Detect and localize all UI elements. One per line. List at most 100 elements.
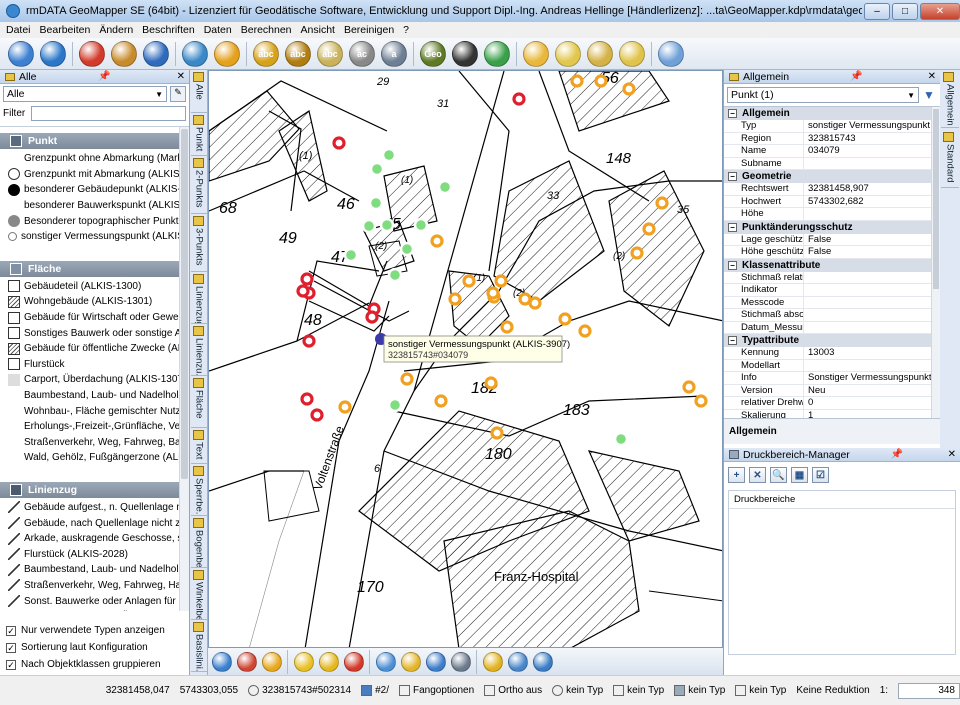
filter-icon[interactable]: ▼ (923, 88, 937, 102)
survey-point[interactable] (300, 272, 314, 286)
element-tab[interactable]: Punkt (191, 113, 207, 156)
menu-item[interactable]: Daten (204, 24, 232, 36)
property-row[interactable]: Name 034079 (724, 145, 940, 158)
label-abc-2-icon[interactable]: abc (285, 40, 311, 67)
type-list-item[interactable]: Grenzpunkt mit Abmarkung (ALKIS-3021) (0, 167, 189, 183)
property-value[interactable]: Neu (804, 385, 940, 397)
property-row[interactable]: Indikator (724, 284, 940, 297)
element-tab[interactable]: 2-Punkts (191, 156, 207, 214)
survey-point[interactable] (332, 136, 346, 150)
survey-point[interactable] (361, 218, 377, 234)
element-tab[interactable]: Basislini.. (191, 620, 207, 672)
menu-item[interactable]: ? (403, 24, 409, 36)
close-icon[interactable]: ✕ (928, 71, 936, 82)
delete-print-area-icon[interactable]: ✕ (749, 467, 766, 483)
type-list-item[interactable]: Baumbestand, Laub- und Nadelholz, Ge (0, 388, 189, 404)
survey-point[interactable] (613, 431, 629, 447)
property-value[interactable]: 5743302,682 (804, 196, 940, 208)
collapse-icon[interactable]: − (728, 172, 737, 181)
menu-item[interactable]: Beschriften (142, 24, 195, 36)
geo-icon[interactable]: Geo (420, 40, 446, 67)
map-tool-icon[interactable] (508, 651, 528, 672)
survey-point[interactable] (300, 392, 314, 406)
survey-point[interactable] (379, 217, 395, 233)
type-list-item[interactable]: Grenzpunkt ohne Abmarkung (Marke) (AL (0, 151, 189, 167)
survey-point[interactable] (694, 394, 708, 408)
hand-pan-icon[interactable] (523, 40, 549, 67)
type-list-item[interactable]: Flurstück (0, 357, 189, 373)
status-ortho[interactable]: Ortho aus (484, 685, 542, 696)
property-row[interactable]: Messcode (724, 296, 940, 309)
survey-point[interactable] (387, 397, 403, 413)
property-value[interactable] (804, 284, 940, 296)
zoom-icon[interactable] (555, 40, 581, 67)
option-checkbox-row[interactable]: ✓ Nur verwendete Typen anzeigen (0, 622, 190, 639)
object-combo[interactable]: Punkt (1) ▼ (727, 87, 919, 103)
property-value[interactable]: 32381458,907 (804, 183, 940, 195)
label-az-icon[interactable]: a (381, 40, 407, 67)
property-row[interactable]: Stichmaß relativ (724, 271, 940, 284)
map-tool-icon[interactable] (426, 651, 446, 672)
map-tool-icon[interactable] (262, 651, 282, 672)
zoom-window-icon[interactable] (587, 40, 613, 67)
close-icon[interactable]: ✕ (948, 449, 956, 460)
status-type-arc[interactable]: kein Typ (735, 685, 786, 696)
type-list-item[interactable]: besonderer Bauwerkspunkt (ALKIS-390 (0, 198, 189, 214)
pin-icon[interactable]: 📌 (850, 71, 862, 82)
maximize-button[interactable]: □ (892, 2, 918, 20)
undo-icon[interactable] (214, 40, 240, 67)
survey-point[interactable] (484, 376, 498, 390)
survey-point[interactable] (500, 320, 514, 334)
property-value[interactable]: False (804, 234, 940, 246)
new-document-icon[interactable] (8, 40, 34, 67)
survey-point[interactable] (622, 82, 636, 96)
property-value[interactable]: 13003 (804, 347, 940, 359)
survey-point[interactable] (448, 292, 462, 306)
export-icon[interactable] (182, 40, 208, 67)
property-row[interactable]: Info Sonstiger Vermessungspunkt (724, 372, 940, 385)
survey-point[interactable] (642, 222, 656, 236)
property-row[interactable]: relativer Drehwinkel0 (724, 397, 940, 410)
survey-point[interactable] (490, 426, 504, 440)
type-list-item[interactable]: Straßenverkehr, Weg, Fahrweg, Bahnve (0, 435, 189, 451)
menu-item[interactable]: Bereinigen (344, 24, 394, 36)
element-tab[interactable]: Sperrbe.. (191, 464, 207, 516)
label-abc-icon[interactable]: abc (253, 40, 279, 67)
properties-side-tab[interactable]: Standard (941, 130, 959, 188)
type-list-item[interactable]: Gebäude für Wirtschaft oder Gewerbe ( (0, 310, 189, 326)
filter-input[interactable] (31, 105, 186, 121)
type-group-header[interactable]: Punkt (0, 133, 189, 149)
type-list-item[interactable]: Baumbestand, Laub- und Nadelholz, Ge (0, 562, 189, 578)
property-value[interactable] (804, 158, 940, 170)
survey-point[interactable] (655, 196, 669, 210)
survey-point[interactable] (630, 246, 644, 260)
type-list-item[interactable]: Arkade, auskragende Geschosse, sonst (0, 531, 189, 547)
checkbox[interactable]: ✓ (6, 659, 16, 670)
survey-point[interactable] (368, 195, 384, 211)
label-ac-icon[interactable]: ac (349, 40, 375, 67)
measure-icon[interactable] (658, 40, 684, 67)
map-tool-icon[interactable] (294, 651, 314, 672)
select-print-area-icon[interactable]: ☑ (812, 467, 829, 483)
type-group-header[interactable]: Fläche (0, 260, 189, 277)
collapse-icon[interactable]: − (728, 336, 737, 345)
delete-icon[interactable] (79, 40, 105, 67)
element-tab[interactable]: Linienzug (191, 272, 207, 324)
property-scrollbar[interactable] (931, 107, 940, 418)
property-row[interactable]: Rechtswert 32381458,907 (724, 183, 940, 196)
survey-point[interactable] (400, 372, 414, 386)
open-folder-icon[interactable] (40, 40, 66, 67)
element-tab[interactable]: 3-Punkts (191, 214, 207, 272)
map-tool-icon[interactable] (237, 651, 257, 672)
option-checkbox-row[interactable]: ✓ Nach Objektklassen gruppieren (0, 656, 190, 673)
zoom-extent-icon[interactable] (619, 40, 645, 67)
close-icon[interactable]: ✕ (177, 71, 185, 82)
status-snap[interactable]: #2/ (361, 685, 389, 696)
collapse-icon[interactable]: − (728, 260, 737, 270)
type-list-scrollbar[interactable] (179, 127, 189, 611)
minimize-button[interactable]: – (864, 2, 890, 20)
survey-point[interactable] (578, 324, 592, 338)
survey-point[interactable] (338, 400, 352, 414)
property-value[interactable] (804, 208, 940, 220)
add-print-area-icon[interactable]: + (728, 467, 745, 483)
